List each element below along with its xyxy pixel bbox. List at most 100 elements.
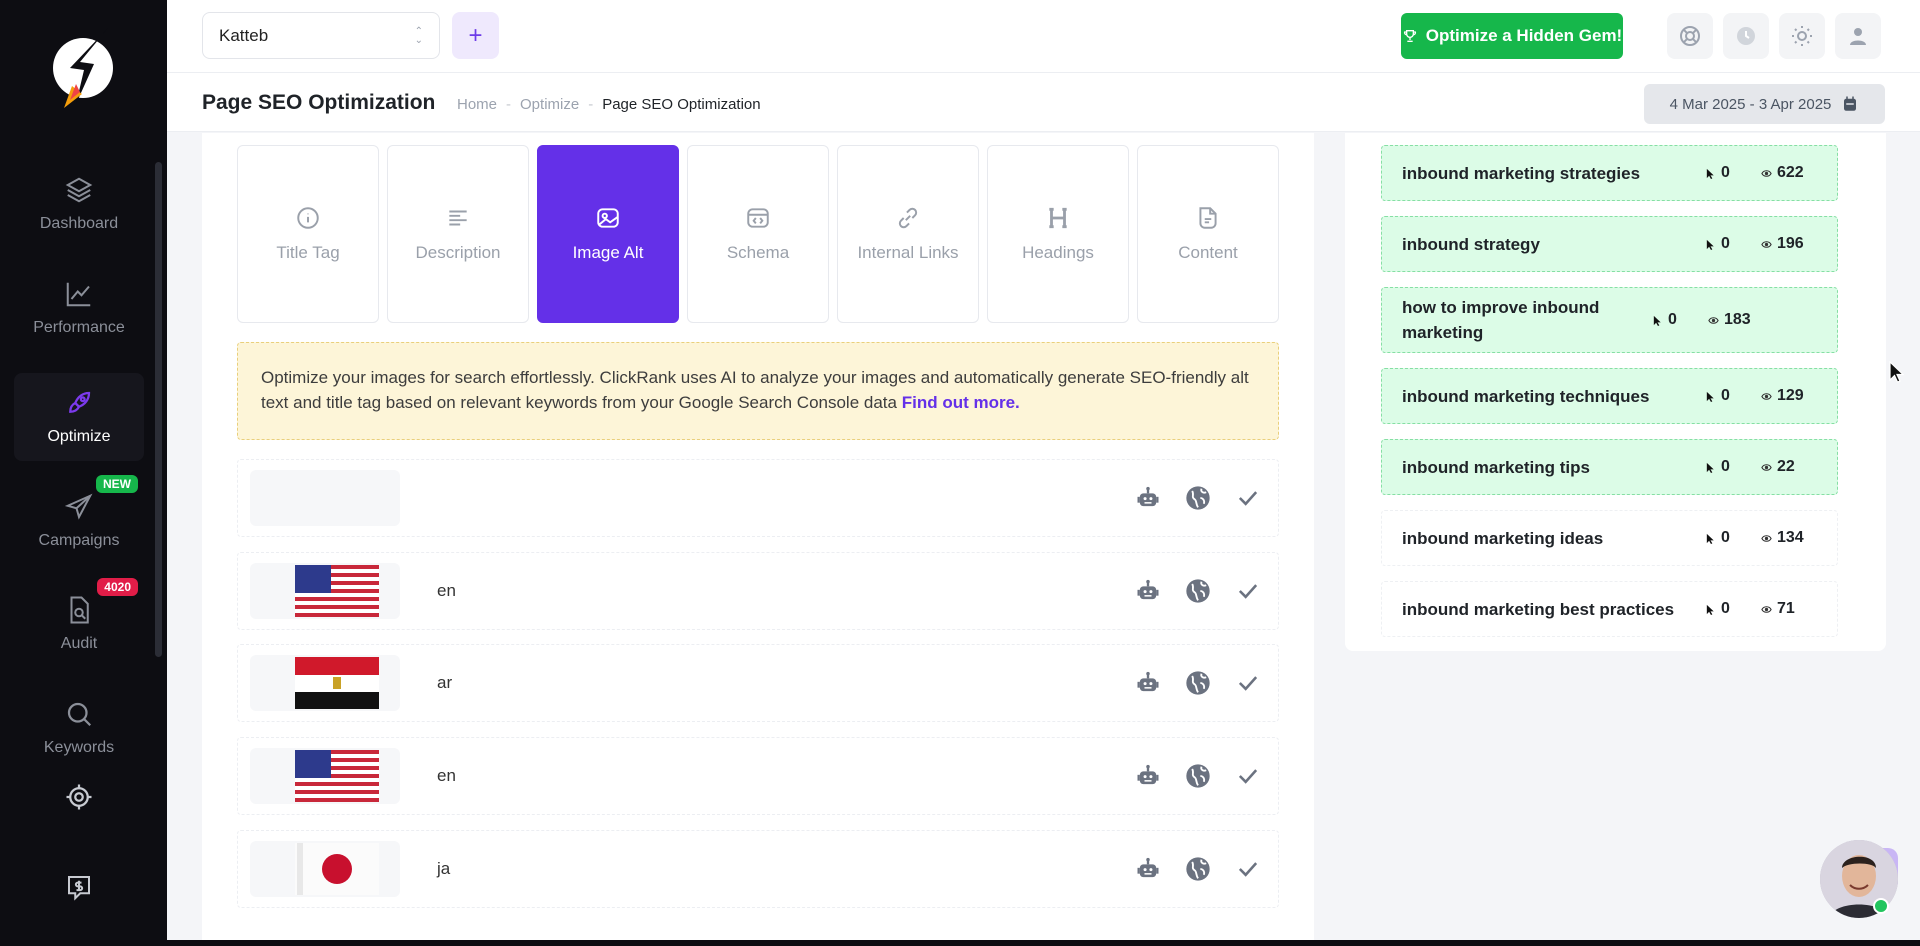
keyword-item[interactable]: inbound marketing techniques 0 129 xyxy=(1381,368,1838,424)
ai-robot-icon[interactable] xyxy=(1134,855,1162,883)
eye-icon xyxy=(1761,240,1772,248)
breadcrumb-optimize[interactable]: Optimize xyxy=(520,96,579,113)
sidebar-item-billing[interactable] xyxy=(14,862,144,922)
image-thumbnail[interactable] xyxy=(250,748,400,804)
keyword-item[interactable]: inbound marketing ideas 0 134 xyxy=(1381,510,1838,566)
keyword-item[interactable]: how to improve inbound marketing 0 183 xyxy=(1381,287,1838,353)
keyword-item[interactable]: inbound strategy 0 196 xyxy=(1381,216,1838,272)
info-icon xyxy=(297,207,319,229)
tab-content[interactable]: Content xyxy=(1137,145,1279,323)
globe-icon[interactable] xyxy=(1184,855,1212,883)
optimize-hidden-gem-button[interactable]: Optimize a Hidden Gem! xyxy=(1401,13,1623,59)
hidden-gem-label: Optimize a Hidden Gem! xyxy=(1425,26,1623,45)
globe-icon[interactable] xyxy=(1184,484,1212,512)
user-menu-button[interactable] xyxy=(1835,13,1881,59)
keyword-item[interactable]: inbound marketing tips 0 22 xyxy=(1381,439,1838,495)
globe-icon[interactable] xyxy=(1184,762,1212,790)
tab-label: Headings xyxy=(1022,243,1094,262)
keyword-clicks: 0 xyxy=(1705,387,1745,405)
sidebar-item-performance[interactable]: Performance xyxy=(14,264,144,352)
tab-internal-links[interactable]: Internal Links xyxy=(837,145,979,323)
add-project-button[interactable]: + xyxy=(452,12,499,59)
heading-icon xyxy=(1049,207,1067,229)
eye-icon xyxy=(1761,392,1772,400)
impressions-value: 196 xyxy=(1777,235,1804,252)
keyword-text: how to improve inbound marketing xyxy=(1402,298,1600,342)
notice-text: Optimize your images for search effortle… xyxy=(261,368,1249,412)
clicks-value: 0 xyxy=(1721,600,1730,617)
check-icon[interactable] xyxy=(1234,762,1262,790)
impressions-value: 129 xyxy=(1777,387,1804,404)
eye-icon xyxy=(1761,605,1772,613)
top-bar: Katteb ⌃ ⌄ + Optimize a Hidden Gem! xyxy=(167,0,1920,72)
theme-toggle-button[interactable] xyxy=(1779,13,1825,59)
select-arrows-icon: ⌃ ⌄ xyxy=(414,25,423,46)
audit-count-badge: 4020 xyxy=(97,578,138,596)
check-icon[interactable] xyxy=(1234,669,1262,697)
keyword-text: inbound marketing tips xyxy=(1402,457,1590,477)
check-icon[interactable] xyxy=(1234,577,1262,605)
sidebar-item-campaigns[interactable]: NEW Campaigns xyxy=(14,475,144,565)
tab-label: Schema xyxy=(726,243,790,262)
image-thumbnail[interactable] xyxy=(250,841,400,897)
eye-icon xyxy=(1761,534,1772,542)
tab-schema[interactable]: Schema xyxy=(687,145,829,323)
history-button[interactable] xyxy=(1723,13,1769,59)
find-out-more-link[interactable]: Find out more. xyxy=(902,393,1020,412)
project-select[interactable]: Katteb ⌃ ⌄ xyxy=(202,12,440,59)
lines-icon xyxy=(449,210,467,226)
date-range-text: 4 Mar 2025 - 3 Apr 2025 xyxy=(1669,95,1832,113)
date-range-picker[interactable]: 4 Mar 2025 - 3 Apr 2025 xyxy=(1644,84,1885,124)
sidebar-item-target[interactable] xyxy=(14,772,144,832)
keyword-impressions: 183 xyxy=(1708,311,1764,329)
paper-plane-icon xyxy=(64,493,93,520)
clickrank-logo-icon[interactable] xyxy=(50,24,116,114)
sidebar-item-audit[interactable]: 4020 Audit xyxy=(14,578,144,668)
eye-icon xyxy=(1708,316,1719,324)
clicks-value: 0 xyxy=(1721,235,1730,252)
sidebar-item-optimize[interactable]: Optimize xyxy=(14,373,144,461)
layers-icon xyxy=(65,177,93,203)
breadcrumb-home[interactable]: Home xyxy=(457,96,497,113)
image-thumbnail[interactable] xyxy=(250,470,400,526)
globe-icon[interactable] xyxy=(1184,669,1212,697)
tab-image-alt[interactable]: Image Alt xyxy=(537,145,679,323)
breadcrumb-separator: - xyxy=(588,96,594,113)
check-icon[interactable] xyxy=(1234,855,1262,883)
click-cursor-icon xyxy=(1706,239,1714,250)
help-button[interactable] xyxy=(1667,13,1713,59)
ai-robot-icon[interactable] xyxy=(1134,762,1162,790)
keyword-clicks: 0 xyxy=(1705,235,1745,253)
trophy-icon xyxy=(1403,30,1416,42)
check-icon[interactable] xyxy=(1234,484,1262,512)
ai-robot-icon[interactable] xyxy=(1134,577,1162,605)
clock-icon xyxy=(1737,27,1755,45)
keyword-item[interactable]: inbound marketing strategies 0 622 xyxy=(1381,145,1838,201)
japan-flag-image xyxy=(295,843,379,895)
globe-icon[interactable] xyxy=(1184,577,1212,605)
image-thumbnail[interactable] xyxy=(250,655,400,711)
clicks-value: 0 xyxy=(1721,387,1730,404)
keyword-item[interactable]: inbound marketing best practices 0 71 xyxy=(1381,581,1838,637)
ai-robot-icon[interactable] xyxy=(1134,669,1162,697)
keyword-clicks: 0 xyxy=(1705,529,1745,547)
ai-robot-icon[interactable] xyxy=(1134,484,1162,512)
keyword-text: inbound strategy xyxy=(1402,234,1540,254)
image-language: en xyxy=(437,581,456,600)
image-language: ar xyxy=(437,673,453,692)
clicks-value: 0 xyxy=(1721,164,1730,181)
click-cursor-icon xyxy=(1706,168,1714,179)
click-cursor-icon xyxy=(1706,533,1714,544)
tab-description[interactable]: Description xyxy=(387,145,529,323)
tab-headings[interactable]: Headings xyxy=(987,145,1129,323)
sidebar-scrollbar[interactable] xyxy=(155,162,162,657)
sidebar-item-keywords[interactable]: Keywords xyxy=(14,684,144,772)
sidebar-item-label: Campaigns xyxy=(38,532,120,549)
image-icon xyxy=(597,208,619,228)
target-icon xyxy=(66,784,92,810)
sidebar-item-dashboard[interactable]: Dashboard xyxy=(14,160,144,248)
tab-title-tag[interactable]: Title Tag xyxy=(237,145,379,323)
keyword-clicks: 0 xyxy=(1652,311,1692,329)
clicks-value: 0 xyxy=(1721,529,1730,546)
image-thumbnail[interactable] xyxy=(250,563,400,619)
